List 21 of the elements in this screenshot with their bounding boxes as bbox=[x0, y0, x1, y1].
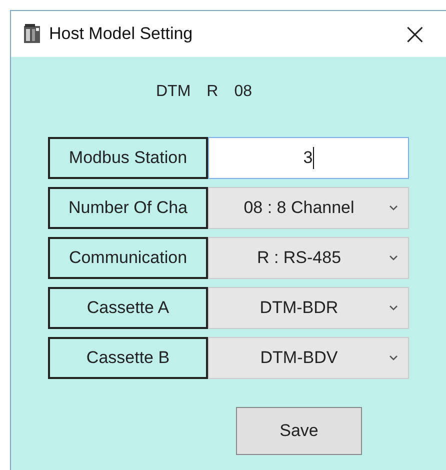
model-code: 08 bbox=[234, 83, 252, 102]
model-code: DTM bbox=[156, 83, 191, 102]
machine-icon bbox=[23, 24, 41, 44]
close-button[interactable]: × bbox=[392, 11, 438, 57]
save-button[interactable]: Save bbox=[236, 407, 362, 455]
chevron-icon bbox=[389, 255, 398, 261]
dropdown[interactable]: 08 : 8 Channel bbox=[208, 187, 409, 229]
window-title: Host Model Setting bbox=[49, 24, 194, 44]
field-label: Cassette B bbox=[48, 337, 208, 379]
dropdown[interactable]: DTM-BDV bbox=[208, 337, 409, 379]
field-label: Communication bbox=[48, 237, 208, 279]
field-label: Number Of Cha bbox=[48, 187, 208, 229]
chevron-icon bbox=[389, 205, 398, 211]
chevron-icon bbox=[389, 355, 398, 361]
input-field[interactable]: 3 bbox=[208, 137, 409, 179]
field-label: Cassette A bbox=[48, 287, 208, 329]
field-label: Modbus Station bbox=[48, 137, 208, 179]
dropdown[interactable]: R : RS-485 bbox=[208, 237, 409, 279]
chevron-icon bbox=[389, 305, 398, 311]
dropdown[interactable]: DTM-BDR bbox=[208, 287, 409, 329]
model-code: R bbox=[206, 83, 218, 102]
